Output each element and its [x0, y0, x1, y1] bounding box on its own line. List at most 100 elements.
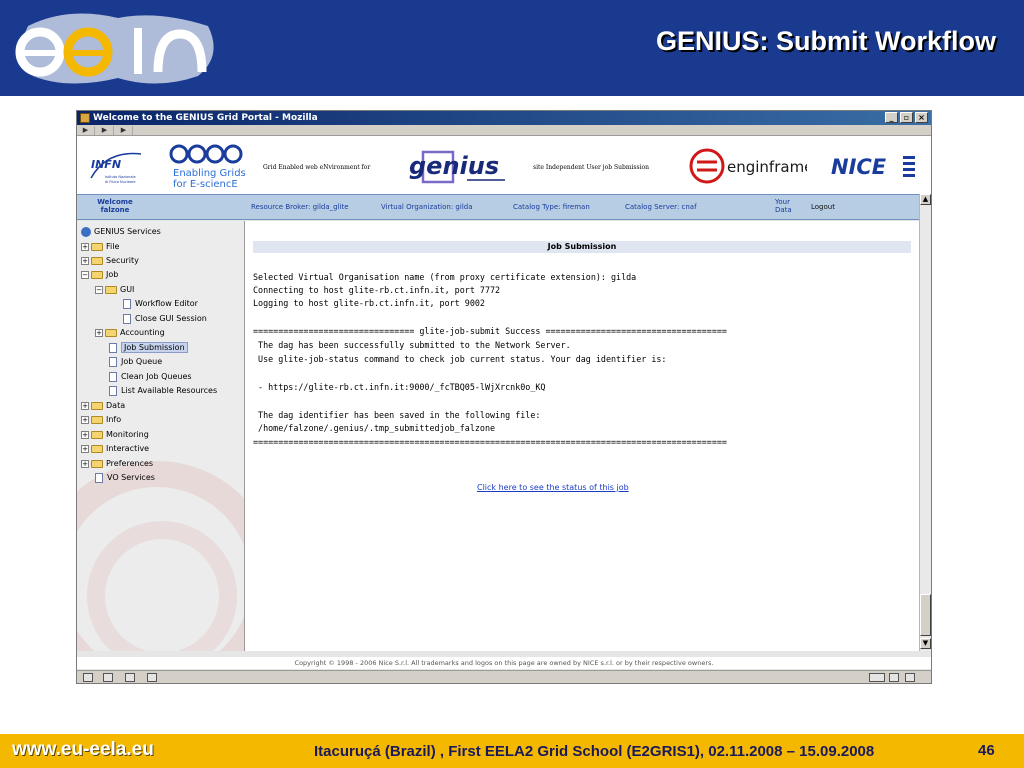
- tree-item-info[interactable]: + Info: [81, 413, 121, 426]
- expand-icon[interactable]: +: [81, 242, 89, 251]
- your-data-line-2: Data: [775, 206, 792, 214]
- tree-item-label: File: [106, 242, 120, 251]
- scroll-up-icon[interactable]: ▲: [920, 194, 931, 205]
- folder-icon: [91, 415, 103, 424]
- tree-item-monitoring[interactable]: + Monitoring: [81, 428, 149, 441]
- tree-item-vo-services[interactable]: VO Services: [95, 471, 155, 484]
- folder-icon: [91, 256, 103, 265]
- output-line: ========================================…: [253, 437, 727, 447]
- tree-item-label: Interactive: [106, 444, 150, 453]
- output-line: /home/falzone/.genius/.tmp_submittedjob_…: [253, 423, 496, 433]
- welcome-user: Welcome falzone: [87, 198, 143, 214]
- tree-item-label: VO Services: [107, 473, 155, 482]
- document-icon: [95, 472, 103, 483]
- folder-icon: [91, 459, 103, 468]
- site-text: site Independent User job Submission: [533, 164, 649, 171]
- content-pane: Job Submission Selected Virtual Organisa…: [245, 221, 919, 651]
- minimize-button[interactable]: _: [885, 112, 898, 123]
- infn-logo: INFN Istituto Nazionale di Fisica Nuclea…: [87, 148, 159, 188]
- vertical-scrollbar[interactable]: ▲ ▼: [919, 194, 931, 651]
- your-data-line-1: Your: [775, 198, 790, 206]
- toolbar-toggle-icon[interactable]: ▶: [115, 126, 133, 135]
- output-line: The dag identifier has been saved in the…: [253, 410, 541, 420]
- tree-item-label: Info: [106, 415, 122, 424]
- folder-open-icon: [105, 285, 117, 294]
- mail-icon[interactable]: [103, 673, 113, 682]
- portal-nav: Welcome falzone Resource Broker: gilda_g…: [77, 194, 919, 220]
- services-tree: GENIUS Services + File + Security − Job − GU…: [77, 221, 245, 651]
- tree-root[interactable]: GENIUS Services: [81, 225, 161, 238]
- expand-icon[interactable]: +: [81, 401, 89, 410]
- tree-item-job[interactable]: − Job: [81, 268, 118, 281]
- collapse-icon[interactable]: −: [81, 270, 89, 279]
- logout-link[interactable]: Logout: [811, 203, 835, 211]
- tree-item-data[interactable]: + Data: [81, 399, 125, 412]
- resource-broker: Resource Broker: gilda_glite: [251, 203, 349, 211]
- tree-item-gui[interactable]: − GUI: [95, 283, 134, 296]
- nice-logo: NICE: [829, 150, 919, 182]
- document-icon: [109, 356, 117, 367]
- tree-item-preferences[interactable]: + Preferences: [81, 457, 153, 470]
- tree-item-interactive[interactable]: + Interactive: [81, 442, 149, 455]
- enginframe-logo: enginframe: [689, 148, 813, 184]
- tree-item-label: List Available Resources: [121, 386, 218, 395]
- tree-item-accounting[interactable]: + Accounting: [95, 326, 165, 339]
- window-titlebar[interactable]: Welcome to the GENIUS Grid Portal - Mozi…: [77, 111, 931, 125]
- close-button[interactable]: ×: [915, 112, 928, 123]
- slide-title: GENIUS: Submit Workflow: [655, 26, 996, 56]
- tree-item-clean-job-queues[interactable]: Clean Job Queues: [109, 370, 192, 383]
- tree-item-label: Preferences: [106, 459, 154, 468]
- tree-item-workflow-editor[interactable]: Workflow Editor: [123, 297, 198, 310]
- tree-item-label: Security: [106, 256, 139, 265]
- tree-item-label: Job Submission: [121, 342, 188, 353]
- output-line: Selected Virtual Organisation name (from…: [253, 272, 637, 282]
- folder-icon: [91, 444, 103, 453]
- security-icon: [889, 673, 899, 682]
- output-line: ================================ glite-j…: [253, 326, 727, 336]
- expand-icon[interactable]: +: [81, 444, 89, 453]
- tree-item-label: Workflow Editor: [135, 299, 198, 308]
- tree-item-file[interactable]: + File: [81, 240, 119, 253]
- maximize-button[interactable]: ▫: [900, 112, 913, 123]
- document-icon: [123, 298, 131, 309]
- expand-icon[interactable]: +: [81, 430, 89, 439]
- tree-item-close-gui[interactable]: Close GUI Session: [123, 312, 207, 325]
- virtual-organization: Virtual Organization: gilda: [381, 203, 473, 211]
- toolbar-toggle-icon[interactable]: ▶: [96, 126, 114, 135]
- navigator-icon[interactable]: [83, 673, 93, 682]
- welcome-label: Welcome: [97, 198, 133, 206]
- username: falzone: [100, 206, 130, 214]
- grid-env-text: Grid Enabled web eNvironment for: [263, 164, 371, 171]
- mozilla-icon: [80, 113, 90, 123]
- document-icon: [109, 385, 117, 396]
- composer-icon[interactable]: [125, 673, 135, 682]
- toolbar-strip: ▶ ▶ ▶: [77, 125, 931, 136]
- tree-item-job-queue[interactable]: Job Queue: [109, 355, 162, 368]
- folder-open-icon: [91, 270, 103, 279]
- expand-icon[interactable]: +: [81, 415, 89, 424]
- tree-item-label: GUI: [120, 285, 135, 294]
- job-status-link[interactable]: Click here to see the status of this job: [477, 483, 629, 492]
- your-data-link[interactable]: Your Data: [775, 198, 797, 214]
- expand-icon[interactable]: +: [81, 459, 89, 468]
- expand-icon[interactable]: +: [95, 328, 103, 337]
- tree-item-job-submission[interactable]: Job Submission: [109, 341, 188, 354]
- tree-item-list-resources[interactable]: List Available Resources: [109, 384, 217, 397]
- collapse-icon[interactable]: −: [95, 285, 103, 294]
- addressbook-icon[interactable]: [147, 673, 157, 682]
- tree-item-label: Clean Job Queues: [121, 372, 192, 381]
- tree-item-label: Accounting: [120, 328, 165, 337]
- document-icon: [109, 342, 117, 353]
- output-line: Use glite-job-status command to check jo…: [253, 354, 667, 364]
- toolbar-toggle-icon[interactable]: ▶: [77, 126, 95, 135]
- folder-icon: [91, 242, 103, 251]
- folder-icon: [91, 430, 103, 439]
- egee-logo: Enabling Grids for E-sciencE: [169, 142, 247, 190]
- scrollbar-thumb[interactable]: [920, 594, 931, 636]
- document-icon: [123, 313, 131, 324]
- scroll-down-icon[interactable]: ▼: [920, 638, 931, 649]
- slide-footer: www.eu-eela.eu Itacuruçá (Brazil) , Firs…: [0, 734, 1024, 768]
- tree-item-security[interactable]: + Security: [81, 254, 139, 267]
- expand-icon[interactable]: +: [81, 256, 89, 265]
- tree-item-label: Job Queue: [121, 357, 163, 366]
